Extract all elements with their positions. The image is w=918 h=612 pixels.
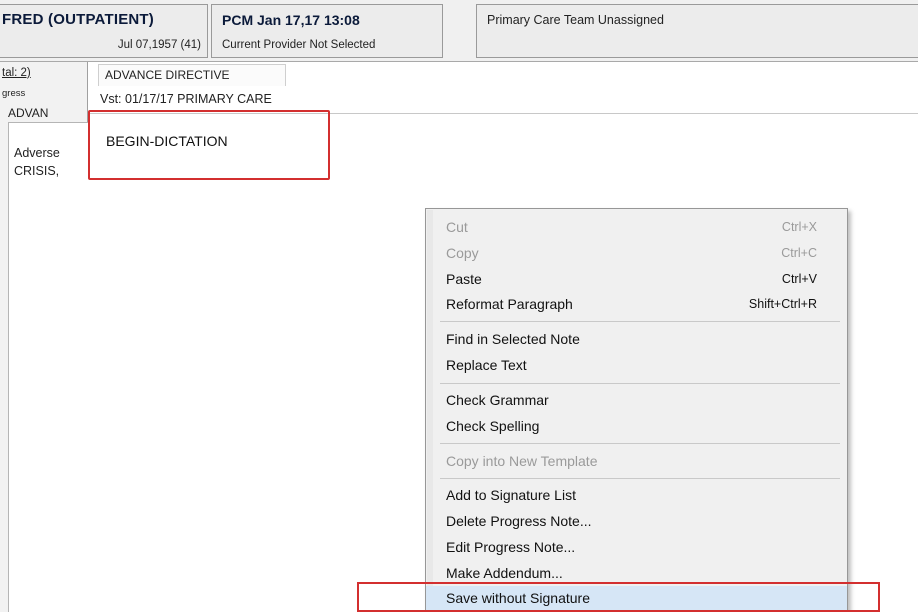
grammar-label: Check Grammar — [446, 392, 549, 408]
notes-tree[interactable] — [8, 122, 88, 612]
progress-notes-label: gress — [2, 88, 26, 99]
copy-label: Copy — [446, 245, 479, 261]
highlight-outline-dictation — [88, 110, 330, 180]
copy-shortcut: Ctrl+C — [781, 246, 817, 260]
menu-item-edit-progress-note[interactable]: Edit Progress Note... — [426, 535, 847, 561]
highlight-outline-save-without-signature — [357, 582, 880, 612]
patient-name: FRED (OUTPATIENT) — [2, 11, 154, 28]
paste-label: Paste — [446, 271, 482, 287]
visit-provider: Current Provider Not Selected — [222, 39, 376, 51]
notes-total-label: tal: 2) — [2, 67, 31, 79]
visit-title: PCM Jan 17,17 13:08 — [222, 12, 360, 28]
add-signature-label: Add to Signature List — [446, 487, 576, 503]
patient-dob: Jul 07,1957 (41) — [117, 39, 201, 51]
primary-care-team-button[interactable]: Primary Care Team Unassigned — [476, 4, 918, 58]
replace-label: Replace Text — [446, 357, 527, 373]
menu-item-cut[interactable]: Cut Ctrl+X — [426, 215, 847, 241]
tree-item-crisis[interactable]: CRISIS, — [14, 164, 59, 178]
note-title-tab: ADVANCE DIRECTIVE — [98, 64, 286, 86]
note-visit-line: Vst: 01/17/17 PRIMARY CARE — [100, 92, 272, 106]
edit-note-label: Edit Progress Note... — [446, 539, 576, 555]
menu-item-add-to-signature-list[interactable]: Add to Signature List — [426, 483, 847, 509]
menu-item-reformat-paragraph[interactable]: Reformat Paragraph Shift+Ctrl+R — [426, 292, 847, 318]
menu-item-delete-progress-note[interactable]: Delete Progress Note... — [426, 509, 847, 535]
menu-separator — [440, 321, 840, 322]
context-menu: Cut Ctrl+X Copy Ctrl+C Paste Ctrl+V Refo… — [425, 208, 848, 612]
visit-info-button[interactable]: PCM Jan 17,17 13:08 Current Provider Not… — [211, 4, 443, 58]
menu-item-check-grammar[interactable]: Check Grammar — [426, 388, 847, 414]
notes-tree-panel: tal: 2) gress ADVAN Adverse CRISIS, — [0, 62, 88, 612]
menu-separator — [440, 443, 840, 444]
cut-label: Cut — [446, 219, 468, 235]
note-title: ADVANCE DIRECTIVE — [105, 68, 230, 82]
menu-item-paste[interactable]: Paste Ctrl+V — [426, 267, 847, 293]
find-label: Find in Selected Note — [446, 331, 580, 347]
paste-shortcut: Ctrl+V — [781, 272, 817, 286]
reformat-shortcut: Shift+Ctrl+R — [748, 297, 817, 311]
menu-item-check-spelling[interactable]: Check Spelling — [426, 414, 847, 440]
menu-separator — [440, 383, 840, 384]
menu-item-find-in-note[interactable]: Find in Selected Note — [426, 327, 847, 353]
menu-item-replace-text[interactable]: Replace Text — [426, 353, 847, 379]
cut-shortcut: Ctrl+X — [781, 220, 817, 234]
patient-header: FRED (OUTPATIENT) Jul 07,1957 (41) PCM J… — [0, 0, 918, 62]
spelling-label: Check Spelling — [446, 418, 540, 434]
copy-template-label: Copy into New Template — [446, 453, 598, 469]
menu-separator — [440, 478, 840, 479]
menu-item-copy[interactable]: Copy Ctrl+C — [426, 241, 847, 267]
reformat-label: Reformat Paragraph — [446, 296, 573, 312]
primary-care-team-label: Primary Care Team Unassigned — [487, 13, 664, 27]
menu-item-copy-into-template[interactable]: Copy into New Template — [426, 449, 847, 475]
selected-note-item[interactable]: ADVAN — [8, 106, 48, 120]
tree-item-adverse[interactable]: Adverse — [14, 146, 60, 160]
patient-info-button[interactable]: FRED (OUTPATIENT) Jul 07,1957 (41) — [0, 4, 208, 58]
addendum-label: Make Addendum... — [446, 565, 563, 581]
delete-note-label: Delete Progress Note... — [446, 513, 592, 529]
